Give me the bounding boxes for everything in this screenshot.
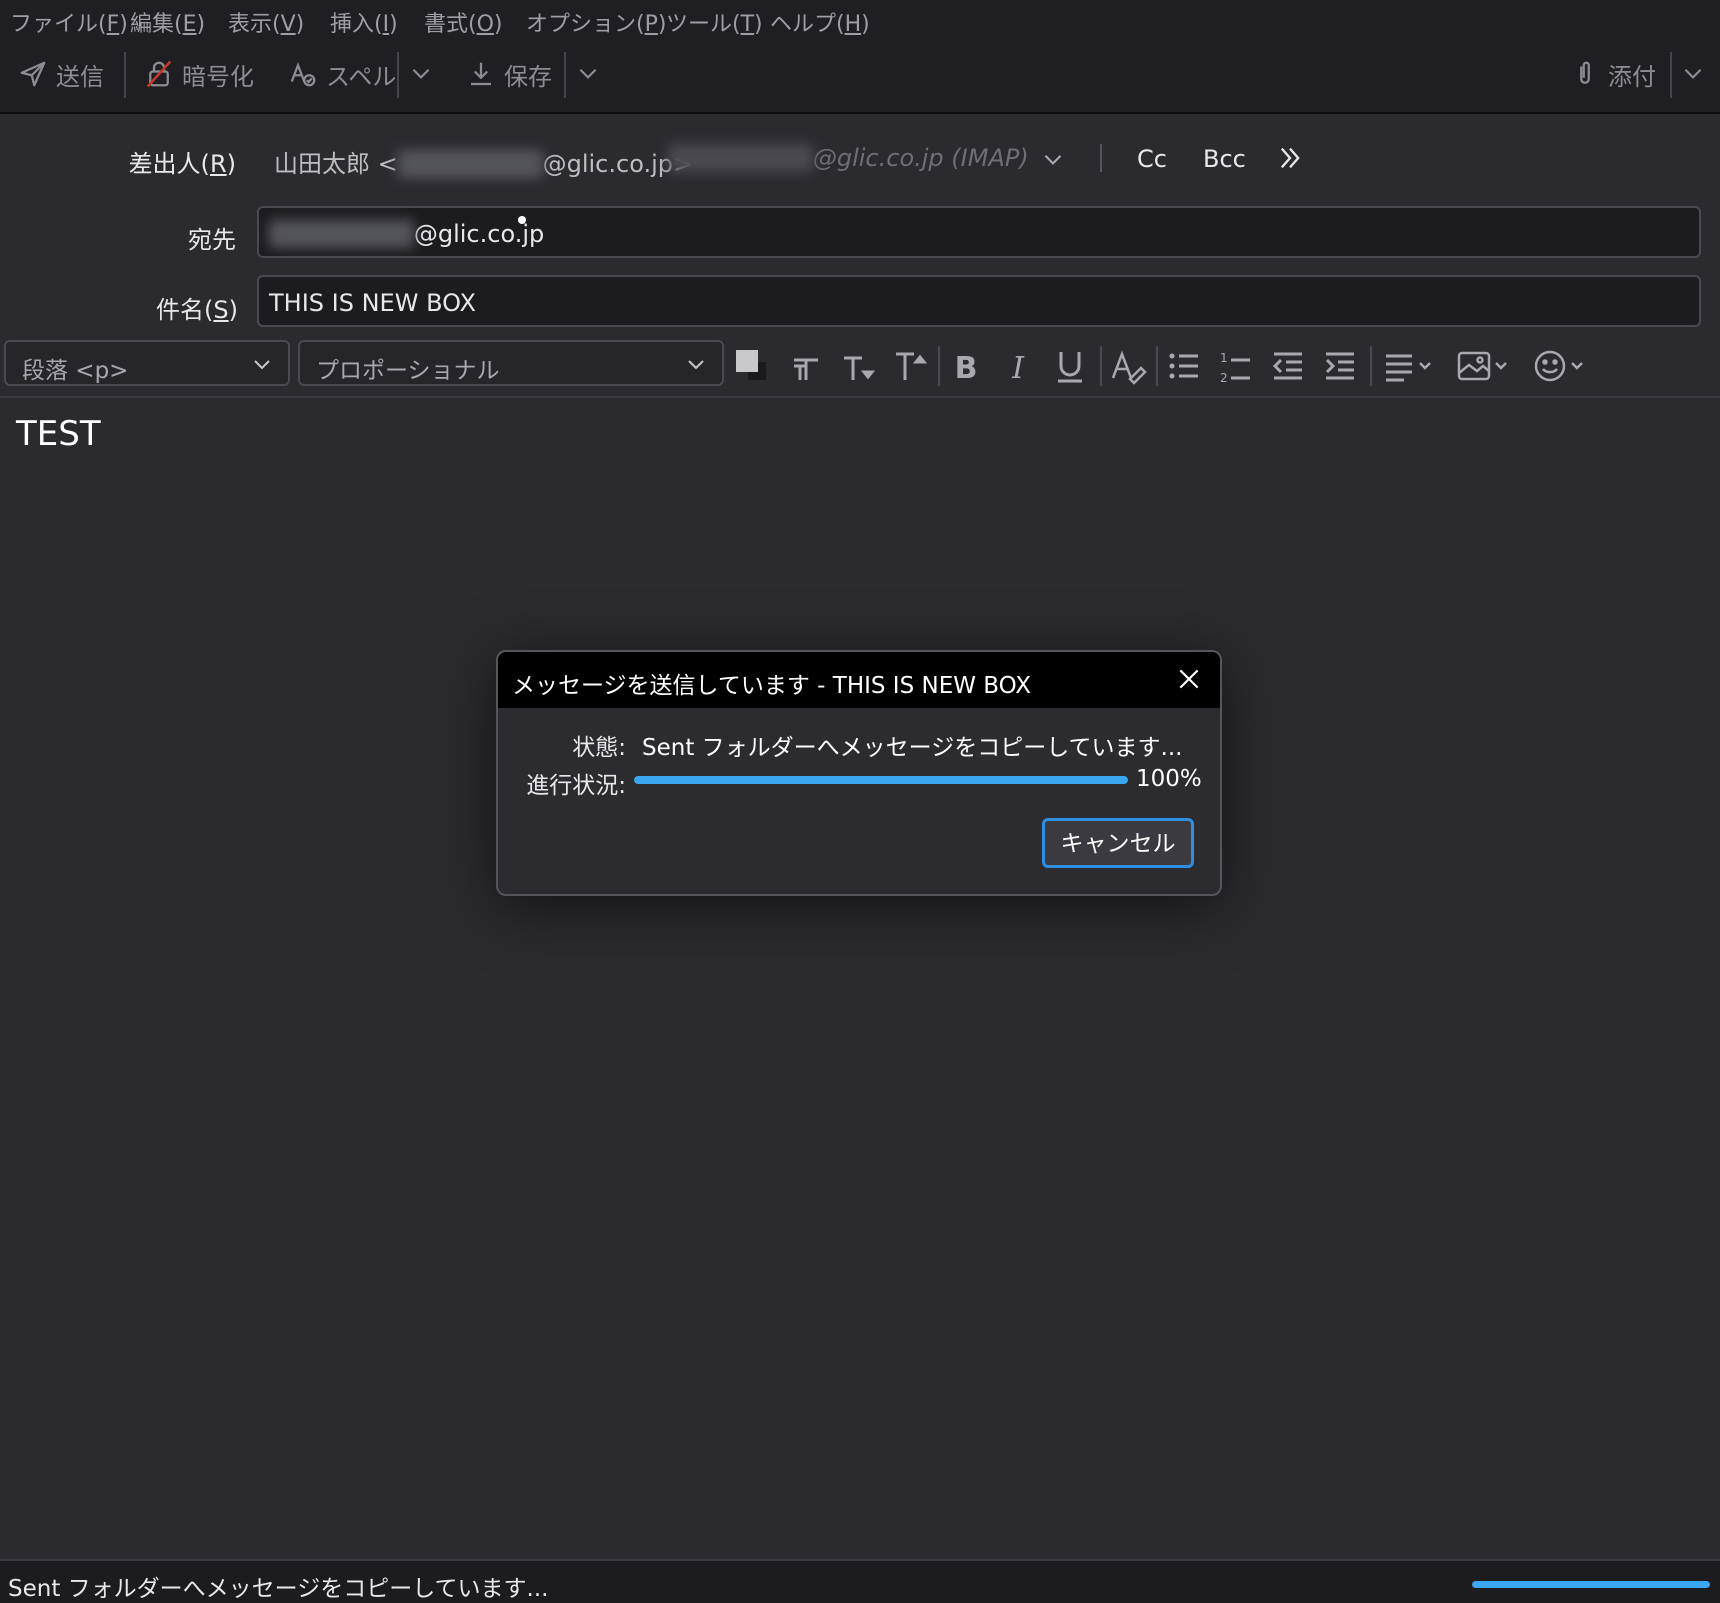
menu-edit[interactable]: 編集(E) — [130, 6, 205, 38]
cc-button[interactable]: Cc — [1137, 145, 1167, 173]
align-dropdown-icon[interactable] — [1382, 346, 1438, 386]
to-address: @glic.co.jp — [413, 220, 545, 248]
download-icon — [471, 62, 491, 86]
to-field[interactable]: system_test@glic.co.jp — [257, 206, 1701, 258]
to-label: 宛先 — [188, 226, 236, 254]
progress-percent: 100% — [1136, 766, 1202, 792]
format-separator — [1156, 346, 1158, 386]
status-text: Sent フォルダーへメッセージをコピーしています... — [642, 735, 1183, 761]
status-bar-progress — [1472, 1581, 1710, 1588]
save-dropdown-chevron-icon[interactable] — [575, 60, 601, 86]
menu-help[interactable]: ヘルプ(H) — [770, 6, 870, 38]
paragraph-format-select[interactable]: 段落 <p> — [4, 340, 290, 386]
format-separator — [1100, 346, 1102, 386]
text-style-icon[interactable] — [1108, 346, 1148, 386]
menu-options[interactable]: オプション(P) — [526, 6, 666, 38]
status-bar-text: Sent フォルダーへメッセージをコピーしています... — [8, 1576, 549, 1602]
message-body-text[interactable]: TEST — [16, 414, 101, 454]
progress-label: 進行状況: — [526, 773, 626, 799]
font-size-reset-icon[interactable] — [786, 346, 826, 386]
insert-image-dropdown-icon[interactable] — [1456, 346, 1514, 386]
subject-field[interactable]: THIS IS NEW BOX — [257, 275, 1701, 327]
more-fields-double-chevron-icon[interactable] — [1276, 144, 1304, 172]
chevron-down-icon — [688, 360, 704, 370]
menu-bar: ファイル(F) 編集(E) 表示(V) 挿入(I) 書式(O) オプション(P)… — [0, 0, 1720, 40]
font-select[interactable]: プロポーショナル — [298, 340, 724, 386]
lock-disabled-icon — [146, 60, 172, 88]
menu-file[interactable]: ファイル(F) — [10, 6, 128, 38]
encrypt-label: 暗号化 — [182, 62, 254, 91]
status-bar-progress-fill — [1472, 1581, 1710, 1588]
save-label: 保存 — [504, 62, 552, 91]
dialog-title-bar: メッセージを送信しています - THIS IS NEW BOX — [498, 652, 1220, 708]
subject-label: 件名(S) — [156, 296, 238, 324]
attach-dropdown-chevron-icon[interactable] — [1680, 60, 1706, 86]
menu-format[interactable]: 書式(O) — [424, 6, 503, 38]
spell-button[interactable]: スペル — [288, 52, 396, 96]
font-size-larger-icon[interactable] — [890, 346, 930, 386]
toolbar-separator — [124, 52, 126, 98]
save-button[interactable]: 保存 — [466, 52, 552, 96]
bold-icon[interactable]: B — [946, 346, 986, 386]
paragraph-format-value: 段落 <p> — [22, 358, 129, 384]
text-color-icon[interactable] — [732, 346, 772, 386]
status-label: 状態: — [572, 735, 626, 761]
encrypt-button[interactable]: 暗号化 — [144, 52, 254, 96]
outdent-icon[interactable] — [1268, 346, 1308, 386]
font-size-smaller-icon[interactable] — [838, 346, 878, 386]
send-button[interactable]: 送信 — [18, 52, 104, 96]
attach-button[interactable]: 添付 — [1570, 52, 1656, 96]
svg-text:1: 1 — [1220, 351, 1228, 365]
svg-text:2: 2 — [1220, 371, 1228, 385]
menu-insert[interactable]: 挿入(I) — [330, 6, 398, 38]
attach-label: 添付 — [1608, 62, 1656, 91]
menu-tools[interactable]: ツール(T) — [666, 6, 763, 38]
dialog-title: メッセージを送信しています - THIS IS NEW BOX — [512, 673, 1032, 699]
compose-toolbar: 送信 暗号化 スペル 保存 添付 — [0, 40, 1720, 114]
status-bar: Sent フォルダーへメッセージをコピーしています... — [0, 1559, 1720, 1603]
spell-label: スペル — [326, 62, 397, 91]
format-toolbar: 段落 <p> プロポーショナル B I 12 — [0, 338, 1720, 398]
format-separator — [938, 346, 940, 386]
emoji-dropdown-icon[interactable] — [1532, 346, 1590, 386]
from-address[interactable]: 山田太郎 <system_test@glic.co.jp> — [274, 144, 693, 179]
chevron-down-icon — [254, 360, 270, 370]
from-dropdown-chevron-icon[interactable] — [1040, 146, 1066, 172]
svg-text:I: I — [1011, 351, 1025, 386]
from-label: 差出人(R) — [128, 150, 236, 178]
sending-progress-dialog: メッセージを送信しています - THIS IS NEW BOX 状態: Sent… — [496, 650, 1222, 896]
underline-icon[interactable] — [1050, 346, 1090, 386]
toolbar-separator — [397, 52, 399, 98]
progress-bar-fill — [634, 776, 1128, 784]
bullet-list-icon[interactable] — [1164, 346, 1204, 386]
svg-text:B: B — [955, 351, 978, 386]
header-separator — [1100, 144, 1102, 172]
progress-bar — [634, 776, 1128, 784]
font-value: プロポーショナル — [316, 358, 500, 384]
italic-icon[interactable]: I — [998, 346, 1038, 386]
numbered-list-icon[interactable]: 12 — [1216, 346, 1256, 386]
format-separator — [1370, 346, 1372, 386]
bcc-button[interactable]: Bcc — [1203, 145, 1246, 173]
toolbar-separator — [564, 52, 566, 98]
close-icon[interactable] — [1176, 666, 1202, 692]
send-label: 送信 — [56, 62, 104, 91]
toolbar-separator — [1670, 52, 1672, 98]
from-identity[interactable]: system_test@glic.co.jp (IMAP) — [668, 144, 1029, 172]
spellcheck-icon — [290, 62, 316, 87]
recipient-indicator-dot — [518, 216, 526, 224]
spell-dropdown-chevron-icon[interactable] — [408, 60, 434, 86]
send-icon — [20, 61, 46, 87]
indent-icon[interactable] — [1320, 346, 1360, 386]
paperclip-icon — [1580, 61, 1590, 84]
menu-view[interactable]: 表示(V) — [228, 6, 304, 38]
cancel-button[interactable]: キャンセル — [1042, 818, 1194, 868]
